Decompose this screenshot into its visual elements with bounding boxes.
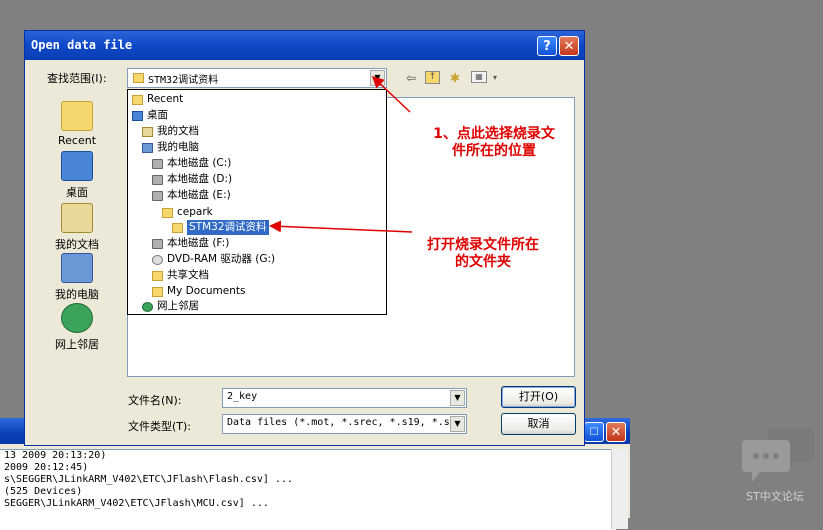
logo-text: ST中文论坛 (746, 490, 804, 503)
annotation-line: 打开烧录文件所在 (427, 237, 539, 253)
annotation-line: 件所在的位置 (452, 143, 536, 159)
chat-bubbles-icon (742, 428, 814, 482)
annotation-arrow-1 (371, 75, 411, 113)
st-forum-logo: ST中文论坛 (742, 428, 816, 503)
annotation-note-2: 打开烧录文件所在 的文件夹 (408, 237, 558, 271)
annotation-line: 1、点此选择烧录文 (433, 126, 555, 142)
annotation-arrow-2 (269, 220, 413, 233)
annotation-line: 的文件夹 (455, 254, 511, 270)
annotation-note-1: 1、点此选择烧录文 件所在的位置 (414, 126, 574, 160)
